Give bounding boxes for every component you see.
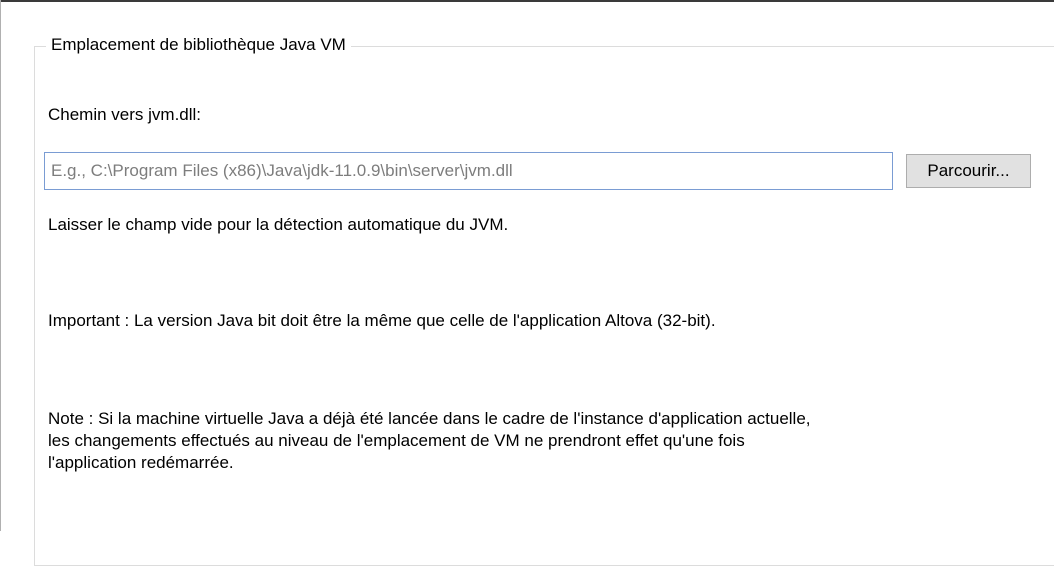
groupbox-title: Emplacement de bibliothèque Java VM — [46, 34, 351, 56]
restart-note-line-1: Note : Si la machine virtuelle Java a dé… — [48, 409, 811, 428]
important-notice: Important : La version Java bit doit êtr… — [48, 311, 716, 330]
auto-detect-hint: Laisser le champ vide pour la détection … — [48, 215, 509, 234]
window-top-border — [0, 0, 1054, 2]
window-left-border — [0, 0, 1, 531]
browse-button[interactable]: Parcourir... — [906, 154, 1031, 188]
restart-note-line-2: les changements effectués au niveau de l… — [48, 431, 745, 450]
restart-note-line-3: l'application redémarrée. — [48, 453, 234, 472]
jvm-path-label: Chemin vers jvm.dll: — [48, 105, 202, 124]
restart-note: Note : Si la machine virtuelle Java a dé… — [48, 408, 1048, 474]
jvm-path-input[interactable] — [44, 152, 893, 190]
